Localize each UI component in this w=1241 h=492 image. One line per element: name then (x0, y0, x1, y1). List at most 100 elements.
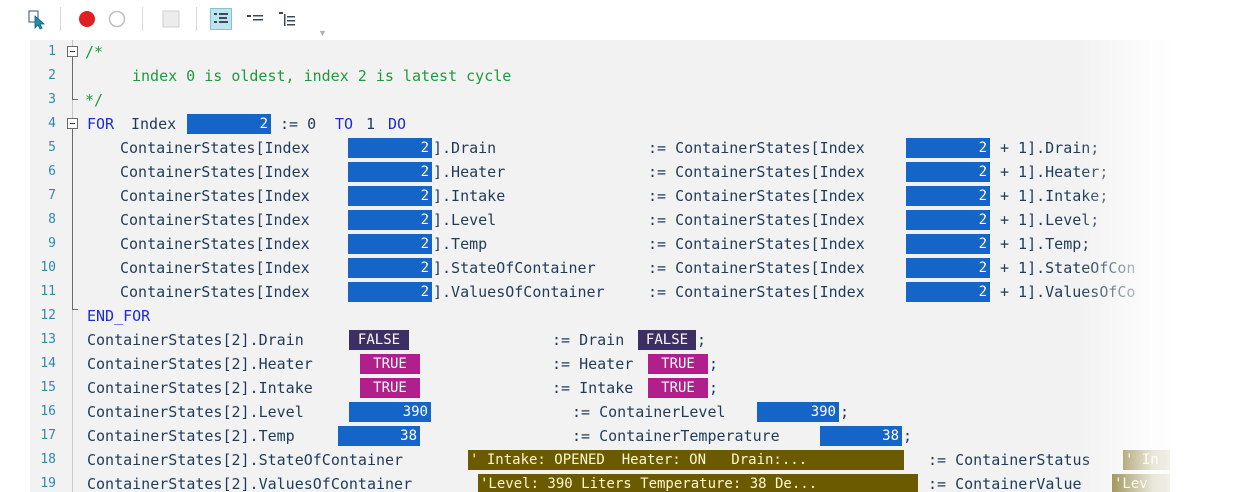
monitor-value-index[interactable]: 2 (187, 114, 271, 134)
keyword-for: FOR (87, 115, 115, 133)
line-number: 16 (40, 404, 56, 419)
monitor-value[interactable]: 38 (820, 426, 902, 446)
code-line: 12 END_FOR (30, 304, 1170, 328)
monitor-value-index[interactable]: 2 (348, 162, 432, 182)
line-number: 3 (48, 92, 56, 107)
outline-icon[interactable] (276, 8, 298, 30)
line-number: 5 (48, 140, 56, 155)
line-number: 6 (48, 164, 56, 179)
assignment-source: := ContainerLevel (572, 403, 726, 421)
monitor-value-index[interactable]: 2 (348, 138, 432, 158)
monitor-value-index[interactable]: 2 (348, 258, 432, 278)
loop-end-value: 1 (366, 115, 376, 133)
code-line: 15 ContainerStates[2].Intake TRUE:= Intake… (30, 376, 1170, 400)
monitor-value-index[interactable]: 2 (348, 234, 432, 254)
monitor-value[interactable]: 'Lev (1112, 474, 1170, 492)
lhs-prefix: ContainerStates[Index (120, 259, 310, 277)
code-line: 9 ContainerStates[Index 2].Temp:= Containe… (30, 232, 1170, 256)
lhs-prefix: ContainerStates[Index (120, 163, 310, 181)
lhs-suffix: ].Heater (433, 163, 506, 181)
monitor-value-index[interactable]: 2 (348, 210, 432, 230)
lhs-suffix: ].ValuesOfContainer (433, 283, 605, 301)
toolbar: ▼ (0, 0, 1241, 40)
monitor-value[interactable]: TRUE (360, 378, 420, 398)
monitor-value[interactable]: 390 (757, 402, 839, 422)
line-number: 18 (40, 452, 56, 467)
loop-variable: Index (131, 115, 177, 133)
line-number: 4 (48, 116, 56, 131)
lhs-suffix: ].Drain (433, 139, 497, 157)
rhs-prefix: := ContainerStates[Index (648, 283, 865, 301)
monitor-value[interactable]: 'Level: 390 Liters Temperature: 38 De... (478, 474, 918, 492)
monitor-value-index[interactable]: 2 (906, 234, 990, 254)
breakpoint-empty-icon[interactable] (106, 8, 128, 30)
toolbar-separator (60, 7, 61, 31)
keyword-do: DO (388, 115, 407, 133)
statement-end: ; (697, 331, 707, 349)
assignment-target: ContainerStates[2].Temp (87, 427, 295, 445)
assignment-source: := ContainerStatus (928, 451, 1091, 469)
code-line: 1 /* (30, 40, 1170, 64)
toolbar-overflow-icon[interactable]: ▼ (318, 28, 327, 38)
line-number: 19 (40, 476, 56, 491)
monitor-value[interactable]: ' Intake: OPENED Heater: ON Drain:... (468, 450, 904, 470)
monitor-value-index[interactable]: 2 (348, 282, 432, 302)
code-editor[interactable]: 1 /* 2 index 0 is oldest, index 2 is lat… (30, 40, 1170, 492)
toolbar-separator (196, 7, 197, 31)
keyword-end-for: END_FOR (87, 307, 151, 325)
lhs-suffix: ].StateOfContainer (433, 259, 596, 277)
blank-toggle-icon[interactable] (160, 8, 182, 30)
rhs-suffix: + 1].ValuesOfCo (1000, 283, 1136, 301)
code-line: 8 ContainerStates[Index 2].Level:= Contain… (30, 208, 1170, 232)
lhs-prefix: ContainerStates[Index (120, 187, 310, 205)
code-line: 11 ContainerStates[Index 2].ValuesOfContai… (30, 280, 1170, 304)
monitor-value-index[interactable]: 2 (906, 162, 990, 182)
monitor-value-index[interactable]: 2 (906, 210, 990, 230)
line-number: 2 (48, 68, 56, 83)
code-line: 10 ContainerStates[Index 2].StateOfContain… (30, 256, 1170, 280)
monitor-value-index[interactable]: 2 (906, 282, 990, 302)
statement-end: ; (903, 427, 913, 445)
rhs-prefix: := ContainerStates[Index (648, 235, 865, 253)
rhs-suffix: + 1].Heater; (1000, 163, 1109, 181)
lhs-prefix: ContainerStates[Index (120, 211, 310, 229)
rhs-suffix: + 1].Level; (1000, 211, 1100, 229)
assignment-source: := Drain (552, 331, 625, 349)
monitor-value-index[interactable]: 2 (906, 258, 990, 278)
statement-end: ; (840, 403, 850, 421)
line-number: 9 (48, 236, 56, 251)
monitor-value[interactable]: TRUE (360, 354, 420, 374)
monitor-value-index[interactable]: 2 (906, 186, 990, 206)
monitor-value[interactable]: FALSE (349, 330, 409, 350)
monitor-value[interactable]: 38 (338, 426, 420, 446)
rhs-suffix: + 1].Temp; (1000, 235, 1091, 253)
breakpoint-red-icon[interactable] (76, 8, 98, 30)
assign-start: := 0 (280, 115, 317, 133)
assignment-target: ContainerStates[2].Heater (87, 355, 313, 373)
select-pointer-icon[interactable] (26, 8, 48, 30)
comment-text: index 0 is oldest, index 2 is latest cyc… (132, 67, 512, 85)
flow-control-icon[interactable] (210, 8, 232, 30)
lhs-suffix: ].Level (433, 211, 497, 229)
monitor-value[interactable]: TRUE (648, 378, 708, 398)
monitor-value[interactable]: FALSE (638, 330, 696, 350)
toolbar-separator (142, 7, 143, 31)
lhs-prefix: ContainerStates[Index (120, 139, 310, 157)
assignment-target: ContainerStates[2].ValuesOfContainer (87, 475, 413, 492)
monitor-value[interactable]: TRUE (648, 354, 708, 374)
monitor-value[interactable]: ' In (1123, 450, 1170, 470)
code-line: 17 ContainerStates[2].Temp 38:= ContainerT… (30, 424, 1170, 448)
monitor-value-index[interactable]: 2 (348, 186, 432, 206)
line-number: 15 (40, 380, 56, 395)
show-values-icon[interactable] (244, 8, 266, 30)
monitor-value-index[interactable]: 2 (906, 138, 990, 158)
statement-end: ; (709, 355, 719, 373)
assignment-source: := ContainerTemperature (572, 427, 780, 445)
line-number: 14 (40, 356, 56, 371)
code-line: 16 ContainerStates[2].Level 390:= Containe… (30, 400, 1170, 424)
monitor-value[interactable]: 390 (349, 402, 431, 422)
code-line: 3 */ (30, 88, 1170, 112)
assignment-source: := Intake (552, 379, 634, 397)
line-number: 12 (40, 308, 56, 323)
line-number: 1 (48, 44, 56, 59)
